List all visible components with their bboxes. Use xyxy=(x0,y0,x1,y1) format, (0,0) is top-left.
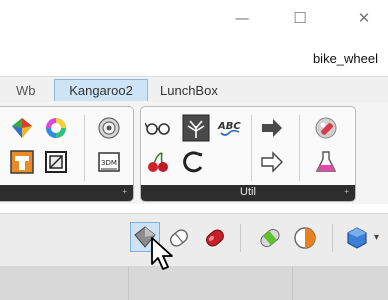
panel-label-util: Util xyxy=(240,186,256,198)
target-icon[interactable] xyxy=(96,115,122,141)
color-wheel-icon[interactable] xyxy=(43,115,69,141)
canvas-grid-line xyxy=(128,266,129,300)
tape-icon[interactable] xyxy=(9,149,35,175)
canvas-area[interactable] xyxy=(0,266,388,300)
ribbon-panel-left: 3DM + xyxy=(0,106,134,202)
svg-text:3DM: 3DM xyxy=(101,159,117,167)
cherries-icon[interactable] xyxy=(145,149,171,175)
panel-expand-icon[interactable]: + xyxy=(344,187,349,196)
tab-bar: Wb Kangaroo2 LunchBox xyxy=(0,76,388,103)
pill-icon[interactable] xyxy=(313,115,339,141)
sphere-dropdown-icon[interactable] xyxy=(344,225,370,251)
canvas-grid-line xyxy=(292,266,293,300)
tree-icon[interactable] xyxy=(181,113,211,143)
abc-spell-icon[interactable]: ABC xyxy=(217,115,243,141)
bake-icon[interactable] xyxy=(257,225,283,251)
half-sphere-icon[interactable] xyxy=(292,225,318,251)
panel-divider xyxy=(84,115,85,181)
panel-expand-icon[interactable]: + xyxy=(122,187,127,196)
arrow-right-outline-icon[interactable] xyxy=(259,149,285,175)
shaded-icon[interactable] xyxy=(202,225,228,251)
document-bar: bike_wheel xyxy=(0,44,388,74)
svg-text:ABC: ABC xyxy=(217,121,241,132)
panel-divider xyxy=(299,115,300,181)
document-title: bike_wheel xyxy=(312,51,378,66)
mouse-cursor-icon xyxy=(150,236,176,276)
panel-label-strip: Util + xyxy=(141,185,355,201)
ribbon-panel-util: ABC Util + xyxy=(140,106,356,202)
frame-icon[interactable] xyxy=(43,149,69,175)
toolbar-separator xyxy=(332,224,333,252)
arrow-right-filled-icon[interactable] xyxy=(259,115,285,141)
canvas-toolbar: ▾ xyxy=(0,213,388,266)
tab-kangaroo2[interactable]: Kangaroo2 xyxy=(54,79,148,101)
glasses-icon[interactable] xyxy=(145,115,171,141)
ribbon: 3DM + ABC Util + xyxy=(0,102,388,204)
tab-wb[interactable]: Wb xyxy=(10,79,42,101)
maximize-button[interactable]: ☐ xyxy=(290,8,310,28)
3dm-icon[interactable]: 3DM xyxy=(96,149,122,175)
window-title-bar: — ☐ ✕ xyxy=(0,0,388,36)
ring-icon[interactable] xyxy=(181,149,207,175)
panel-divider xyxy=(251,115,252,181)
toolbar-separator xyxy=(240,224,241,252)
gem-icon[interactable] xyxy=(9,115,35,141)
tab-lunchbox[interactable]: LunchBox xyxy=(154,79,224,101)
flask-icon[interactable] xyxy=(313,149,339,175)
minimize-button[interactable]: — xyxy=(232,8,252,28)
panel-label-strip: + xyxy=(0,185,133,201)
dropdown-chevron-icon[interactable]: ▾ xyxy=(374,232,379,243)
close-button[interactable]: ✕ xyxy=(354,8,374,28)
